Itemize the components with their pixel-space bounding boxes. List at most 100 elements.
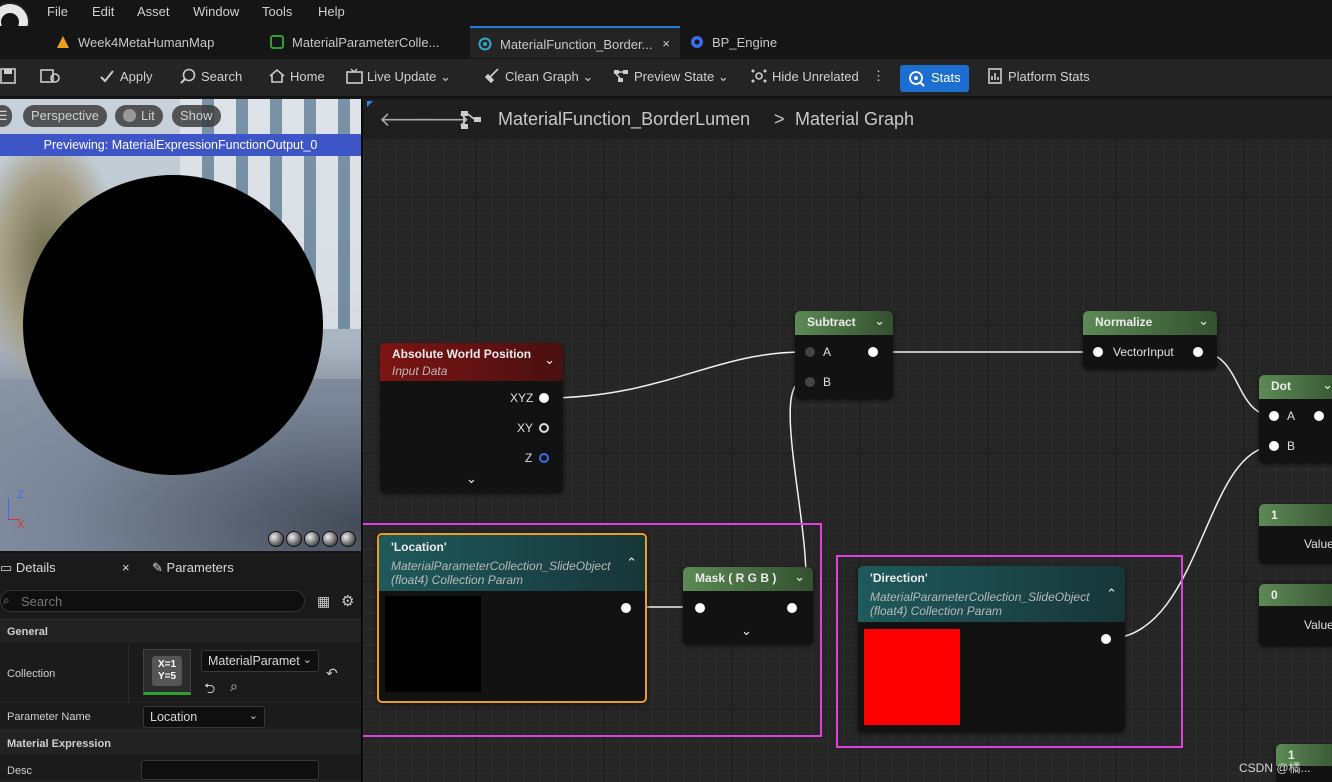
save-icon[interactable] xyxy=(0,68,16,90)
collection-combo[interactable]: MaterialParamet ⌄ xyxy=(201,650,319,672)
lit-button[interactable]: Lit xyxy=(115,105,163,127)
tab-material-parameter-collection[interactable]: MaterialParameterColle... xyxy=(262,26,468,58)
tab-material-function[interactable]: MaterialFunction_Border... × xyxy=(470,26,680,58)
watermark: CSDN @橘... xyxy=(1239,761,1311,775)
node-header: 1 xyxy=(1259,504,1332,526)
platform-stats-button[interactable]: Platform Stats xyxy=(987,68,1090,90)
section-general-label: General xyxy=(7,626,48,638)
menu-tools[interactable]: Tools xyxy=(262,4,292,19)
hide-unrelated-label: Hide Unrelated xyxy=(772,69,859,84)
pin-label-xy: XY xyxy=(517,421,534,435)
tab-details[interactable]: ▭ Details xyxy=(0,560,56,576)
menu-help[interactable]: Help xyxy=(318,4,345,19)
stats-button[interactable]: Stats xyxy=(900,65,969,92)
gear-icon[interactable]: ⚙ xyxy=(341,592,354,610)
output-pin-z[interactable] xyxy=(539,453,549,463)
property-collection: Collection X=1 Y=5 MaterialParamet ⌄ ⮌ ⌕ … xyxy=(0,645,361,703)
menu-file[interactable]: File xyxy=(47,4,68,19)
menu-asset[interactable]: Asset xyxy=(137,4,170,19)
close-icon[interactable]: × xyxy=(662,36,670,51)
lit-icon xyxy=(123,109,136,122)
menu-window[interactable]: Window xyxy=(193,4,239,19)
node-normalize[interactable]: Normalize ⌄ VectorInput xyxy=(1083,311,1217,369)
output-pin-xy[interactable] xyxy=(539,423,549,433)
live-update-dropdown[interactable]: Live Update ⌄ xyxy=(346,68,451,90)
desc-input[interactable] xyxy=(141,760,319,780)
tab-week4metahumanmap[interactable]: Week4MetaHumanMap xyxy=(48,26,258,58)
node-dot[interactable]: Dot ⌄ A B xyxy=(1259,375,1332,463)
menu-edit[interactable]: Edit xyxy=(92,4,114,19)
section-material-expression[interactable]: Material Expression xyxy=(0,731,361,755)
reset-icon[interactable]: ↶ xyxy=(326,665,338,682)
preview-state-dropdown[interactable]: Preview State ⌄ xyxy=(613,68,729,90)
material-graph-canvas[interactable]: 🡐 🡒 MaterialFunction_BorderLumen > Mater… xyxy=(363,99,1332,782)
parameter-name-combo[interactable]: Location ⌄ xyxy=(143,706,265,728)
node-constant-0[interactable]: 0 Value xyxy=(1259,584,1332,646)
search-input[interactable] xyxy=(21,593,291,609)
output-pin[interactable] xyxy=(868,347,878,357)
chevron-down-icon[interactable]: ⌄ xyxy=(1322,377,1332,393)
tab-bp-engine[interactable]: BP_Engine xyxy=(682,26,812,58)
section-general[interactable]: General xyxy=(0,619,361,643)
expand-chevron-icon[interactable]: ⌄ xyxy=(466,471,477,487)
use-selected-icon[interactable]: ⮌ xyxy=(204,678,215,702)
input-pin-a[interactable] xyxy=(1269,411,1279,421)
custom-mesh-preview-icon[interactable] xyxy=(340,531,356,547)
material-function-icon xyxy=(478,37,492,51)
input-pin-a[interactable] xyxy=(805,347,815,357)
preview-viewport[interactable] xyxy=(0,99,361,551)
plane-preview-icon[interactable] xyxy=(304,531,320,547)
preview-sphere xyxy=(23,175,323,475)
collection-thumbnail[interactable]: X=1 Y=5 xyxy=(143,649,191,695)
hide-unrelated-icon xyxy=(751,68,767,84)
pin-label-a: A xyxy=(823,345,832,359)
node-title: Dot xyxy=(1271,379,1291,393)
node-constant-1[interactable]: 1 Value xyxy=(1259,504,1332,564)
tab-label: Week4MetaHumanMap xyxy=(78,35,215,50)
tab-parameters[interactable]: ✎ Parameters xyxy=(152,560,234,576)
browse-icon[interactable] xyxy=(40,68,62,90)
highlight-box-location xyxy=(363,523,822,737)
details-panel: ▭ Details × ✎ Parameters ⌕ ▦ ⚙ General C… xyxy=(0,553,361,782)
stats-icon xyxy=(908,70,926,91)
input-pin-vectorinput[interactable] xyxy=(1093,347,1103,357)
collection-value: MaterialParamet xyxy=(208,654,300,668)
corner-marker xyxy=(367,101,373,107)
search-button[interactable]: Search xyxy=(180,68,242,90)
live-update-icon xyxy=(346,68,363,84)
apply-icon xyxy=(99,68,115,84)
output-pin-xyz[interactable] xyxy=(539,393,549,403)
cube-preview-icon[interactable] xyxy=(322,531,338,547)
perspective-button[interactable]: Perspective xyxy=(23,105,107,127)
apply-button[interactable]: Apply xyxy=(99,68,153,90)
chevron-down-icon[interactable]: ⌄ xyxy=(874,313,885,329)
output-pin[interactable] xyxy=(1193,347,1203,357)
node-subtitle: Input Data xyxy=(392,364,448,378)
chevron-down-icon: ⌄ xyxy=(582,69,594,84)
axis-x-label: X xyxy=(17,519,25,531)
axis-z-label: Z xyxy=(17,489,24,501)
close-icon[interactable]: × xyxy=(122,560,130,575)
hide-unrelated-button[interactable]: Hide Unrelated xyxy=(751,68,859,90)
chevron-down-icon[interactable]: ⌄ xyxy=(1198,313,1209,329)
output-pin[interactable] xyxy=(1314,411,1324,421)
home-button[interactable]: Home xyxy=(269,68,325,90)
collection-label: Collection xyxy=(7,668,56,680)
browse-asset-icon[interactable]: ⌕ xyxy=(230,678,238,695)
more-options-icon[interactable]: ⋮ xyxy=(872,68,885,90)
cylinder-preview-icon[interactable] xyxy=(268,531,284,547)
chevron-down-icon: ⌄ xyxy=(440,69,451,84)
chevron-down-icon[interactable]: ⌄ xyxy=(544,352,555,368)
table-view-icon[interactable]: ▦ xyxy=(317,593,330,610)
input-pin-b[interactable] xyxy=(805,377,815,387)
hamburger-menu-icon[interactable]: ☰ xyxy=(0,105,12,127)
home-label: Home xyxy=(290,69,325,84)
node-subtract[interactable]: Subtract ⌄ A B xyxy=(795,311,893,399)
node-absolute-world-position[interactable]: Absolute World Position Input Data ⌄ XYZ… xyxy=(380,343,563,493)
input-pin-b[interactable] xyxy=(1269,441,1279,451)
pin-label-xyz: XYZ xyxy=(510,391,534,405)
clean-graph-dropdown[interactable]: Clean Graph ⌄ xyxy=(484,68,593,90)
details-icon: ▭ xyxy=(0,560,13,575)
show-button[interactable]: Show xyxy=(172,105,221,127)
sphere-preview-icon[interactable] xyxy=(286,531,302,547)
